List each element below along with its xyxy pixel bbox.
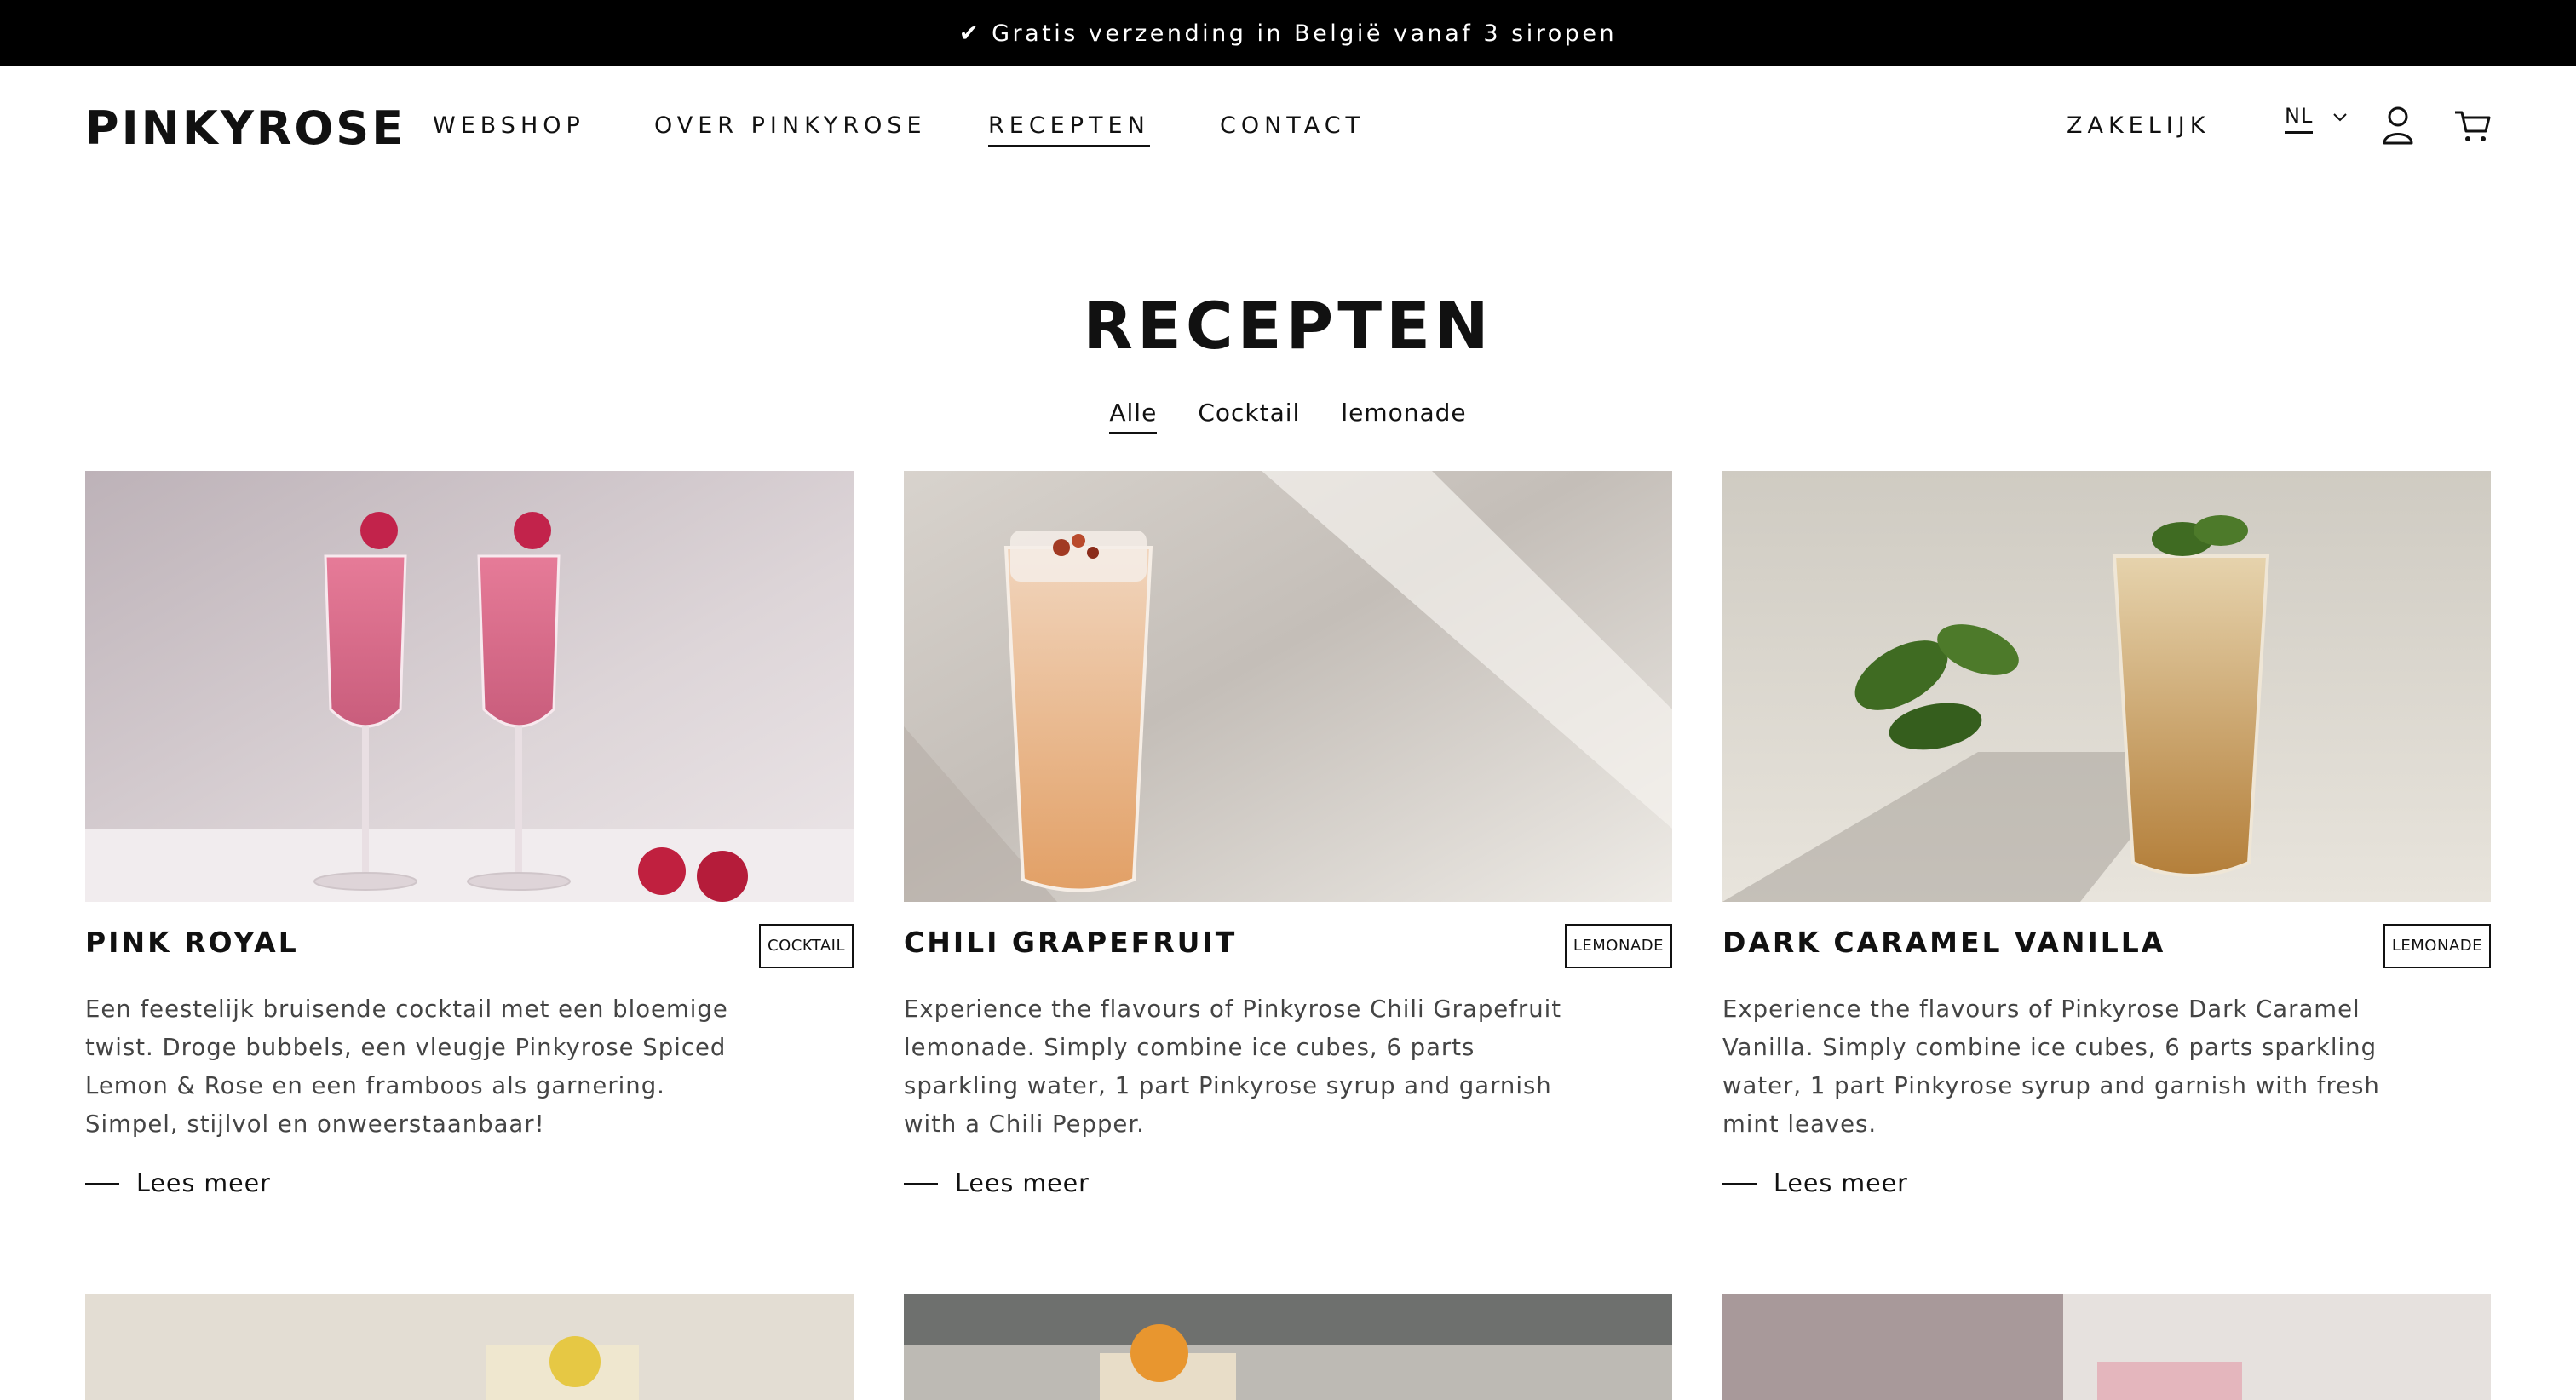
recipe-description: Een feestelijk bruisende cocktail met ee…: [85, 995, 728, 1138]
language-selector[interactable]: NL: [2285, 104, 2347, 134]
recipe-image-next[interactable]: [904, 1294, 1672, 1400]
recipe-tag: LEMONADE: [1564, 924, 1672, 968]
user-icon: [2383, 106, 2413, 145]
nav-over-pinkyrose[interactable]: OVER PINKYROSE: [654, 109, 927, 143]
recipe-description: Experience the flavours of Pinkyrose Chi…: [904, 995, 1562, 1138]
recipe-card: DARK CARAMEL VANILLA LEMONADE Experience…: [1722, 471, 2491, 1197]
filter-cocktail[interactable]: Cocktail: [1198, 394, 1300, 434]
site-header: PINKYROSE WEBSHOP OVER PINKYROSE RECEPTE…: [0, 66, 2576, 186]
read-more-label: Lees meer: [1774, 1169, 1908, 1197]
language-code: NL: [2285, 104, 2314, 134]
read-more-label: Lees meer: [955, 1169, 1090, 1197]
filter-alle[interactable]: Alle: [1109, 394, 1158, 434]
recipe-title[interactable]: PINK ROYAL: [85, 923, 299, 962]
cart-button[interactable]: [2452, 104, 2494, 146]
nav-recepten[interactable]: RECEPTEN: [988, 109, 1150, 147]
recipe-title[interactable]: DARK CARAMEL VANILLA: [1722, 923, 2165, 962]
chevron-down-icon: [2333, 113, 2347, 122]
account-button[interactable]: [2377, 104, 2419, 146]
filter-lemonade[interactable]: lemonade: [1341, 394, 1466, 434]
read-more-link[interactable]: Lees meer: [1722, 1169, 1908, 1197]
recipe-card: PINK ROYAL COCKTAIL Een feestelijk bruis…: [85, 471, 854, 1197]
dash-icon: [85, 1182, 119, 1185]
recipe-tag: LEMONADE: [2383, 924, 2491, 968]
recipe-title[interactable]: CHILI GRAPEFRUIT: [904, 923, 1237, 962]
dash-icon: [904, 1182, 938, 1185]
cart-icon: [2455, 111, 2491, 141]
nav-contact[interactable]: CONTACT: [1220, 109, 1365, 143]
announcement-bar: ✔ Gratis verzending in België vanaf 3 si…: [0, 0, 2576, 66]
read-more-link[interactable]: Lees meer: [904, 1169, 1090, 1197]
recipe-card: CHILI GRAPEFRUIT LEMONADE Experience the…: [904, 471, 1672, 1197]
recipe-image-chili-grapefruit[interactable]: [904, 471, 1672, 902]
dash-icon: [1722, 1182, 1757, 1185]
recipe-image-pink-royal[interactable]: [85, 471, 854, 902]
recipe-image-dark-caramel-vanilla[interactable]: [1722, 471, 2491, 902]
recipe-description: Experience the flavours of Pinkyrose Dar…: [1722, 995, 2380, 1138]
announcement-text: ✔ Gratis verzending in België vanaf 3 si…: [958, 20, 1618, 47]
logo[interactable]: PINKYROSE: [85, 99, 405, 158]
nav-zakelijk[interactable]: ZAKELIJK: [2067, 109, 2210, 143]
recipe-tag: COCKTAIL: [759, 924, 854, 968]
recipe-image-next[interactable]: [1722, 1294, 2491, 1400]
nav-webshop[interactable]: WEBSHOP: [433, 109, 585, 143]
recipe-image-next[interactable]: [85, 1294, 854, 1400]
recipe-filters: Alle Cocktail lemonade: [0, 394, 2576, 434]
page-title: RECEPTEN: [1083, 288, 1493, 364]
read-more-link[interactable]: Lees meer: [85, 1169, 271, 1197]
read-more-label: Lees meer: [136, 1169, 271, 1197]
